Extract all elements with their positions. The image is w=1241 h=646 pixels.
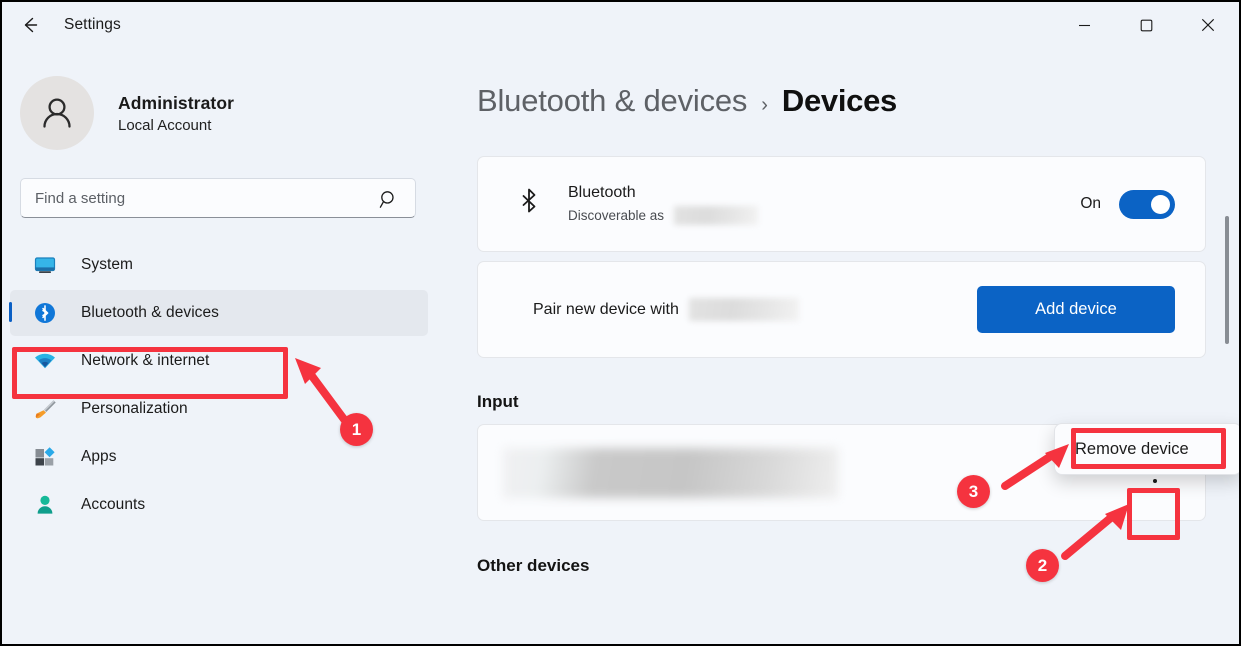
profile-subtitle: Local Account: [118, 116, 212, 134]
main-scrollbar[interactable]: [1221, 170, 1233, 644]
system-monitor-icon: [30, 253, 60, 277]
profile-text: Administrator Local Account: [118, 93, 234, 134]
bluetooth-icon: [508, 187, 550, 221]
redacted-pc-name: [688, 298, 799, 321]
bluetooth-card-text: Bluetooth Discoverable as: [568, 183, 759, 225]
profile-block[interactable]: Administrator Local Account: [20, 76, 442, 150]
breadcrumb-separator-icon: ›: [761, 94, 768, 116]
add-device-button[interactable]: Add device: [977, 286, 1175, 333]
window-title: Settings: [64, 16, 121, 33]
back-button[interactable]: [12, 10, 48, 40]
person-avatar-icon: [43, 98, 71, 128]
apps-icon: [30, 445, 60, 469]
pair-new-device-card: Pair new device with Add device: [477, 261, 1206, 358]
pair-new-device-label: Pair new device with: [533, 300, 679, 318]
sidebar: Administrator Local Account Find a setti…: [2, 48, 442, 644]
back-arrow-icon: [24, 17, 38, 33]
main-content: Bluetooth & devices › Devices Bluetooth …: [442, 48, 1239, 644]
sidebar-item-accounts[interactable]: Accounts: [10, 482, 428, 528]
bluetooth-toggle-state-label: On: [1080, 195, 1101, 212]
person-icon: [30, 493, 60, 517]
redacted-device-name: [674, 205, 759, 225]
bluetooth-card-subtitle: Discoverable as: [568, 205, 759, 225]
breadcrumb-parent[interactable]: Bluetooth & devices: [477, 83, 747, 119]
bluetooth-card-title: Bluetooth: [568, 183, 636, 201]
discoverable-as-label: Discoverable as: [568, 207, 665, 223]
sidebar-item-label: Bluetooth & devices: [81, 304, 219, 321]
maximize-icon: [1140, 19, 1152, 31]
wifi-icon: [30, 349, 60, 373]
device-context-menu: Remove device: [1054, 423, 1239, 475]
input-section-heading: Input: [477, 392, 519, 411]
bluetooth-card: Bluetooth Discoverable as On: [477, 156, 1206, 252]
close-button[interactable]: [1177, 2, 1239, 48]
toggle-knob: [1151, 194, 1170, 214]
sidebar-item-system[interactable]: System: [10, 242, 428, 288]
sidebar-item-label: System: [81, 256, 133, 273]
sidebar-item-label: Accounts: [81, 496, 146, 513]
minimize-icon: [1078, 24, 1090, 26]
sidebar-nav: System Bluetooth & devices Network & int…: [2, 242, 442, 528]
pair-new-device-text: Pair new device with: [533, 298, 799, 321]
paintbrush-icon: [30, 397, 60, 421]
window-controls: [1053, 2, 1239, 48]
remove-device-menu-item[interactable]: Remove device: [1075, 440, 1189, 459]
scrollbar-thumb[interactable]: [1225, 216, 1229, 344]
settings-window: Settings Administrator Local Account Fin…: [0, 0, 1241, 646]
breadcrumb: Bluetooth & devices › Devices: [477, 83, 1239, 119]
sidebar-item-label: Apps: [81, 448, 117, 465]
avatar: [20, 76, 94, 150]
sidebar-item-personalization[interactable]: Personalization: [10, 386, 428, 432]
bluetooth-icon: [30, 301, 60, 325]
sidebar-item-network-internet[interactable]: Network & internet: [10, 338, 428, 384]
search-icon: [379, 191, 394, 208]
search-box[interactable]: [20, 178, 416, 218]
bluetooth-toggle[interactable]: [1119, 189, 1175, 219]
sidebar-item-apps[interactable]: Apps: [10, 434, 428, 480]
profile-name: Administrator: [118, 92, 235, 113]
page-title: Devices: [781, 83, 897, 118]
redacted-input-device-name: [503, 447, 838, 498]
title-bar: Settings: [2, 2, 1239, 48]
sidebar-item-label: Network & internet: [81, 352, 210, 369]
search-input[interactable]: [35, 189, 365, 207]
close-icon: [1201, 18, 1215, 32]
maximize-button[interactable]: [1115, 2, 1177, 48]
sidebar-item-label: Personalization: [81, 400, 188, 417]
three-dots-vertical-icon: [1153, 478, 1157, 483]
sidebar-item-bluetooth-devices[interactable]: Bluetooth & devices: [9, 290, 428, 336]
minimize-button[interactable]: [1053, 2, 1115, 48]
other-devices-section-heading: Other devices: [477, 556, 590, 575]
